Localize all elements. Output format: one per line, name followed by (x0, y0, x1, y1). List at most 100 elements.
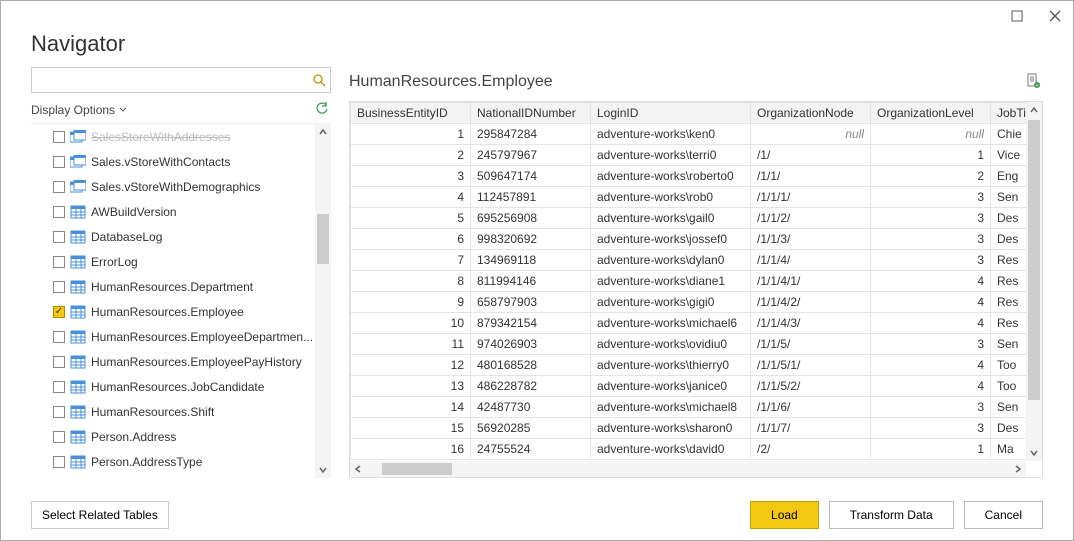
search-input[interactable] (32, 73, 308, 87)
table-row[interactable]: 3509647174adventure-works\roberto0/1/1/2… (351, 166, 1027, 187)
scroll-down-icon[interactable] (317, 464, 329, 476)
table-row[interactable]: 1442487730adventure-works\michael8/1/1/6… (351, 397, 1027, 418)
tree-item[interactable]: ErrorLog (31, 249, 315, 274)
scroll-left-icon[interactable] (352, 463, 364, 475)
cell: 509647174 (471, 166, 591, 187)
scroll-right-icon[interactable] (1012, 463, 1024, 475)
table-icon (70, 280, 86, 294)
cell: /1/1/5/ (751, 334, 871, 355)
tree-item-label: AWBuildVersion (91, 205, 177, 219)
cell: Des (991, 418, 1027, 439)
display-options-dropdown[interactable]: Display Options (31, 103, 127, 117)
grid-vscroll-thumb[interactable] (1028, 120, 1040, 400)
cell: 3 (871, 250, 991, 271)
table-row[interactable]: 13486228782adventure-works\janice0/1/1/5… (351, 376, 1027, 397)
maximize-button[interactable] (1005, 4, 1029, 28)
tree-item[interactable]: SalesStoreWithAddresses (31, 124, 315, 149)
refresh-button[interactable] (315, 102, 331, 118)
tree-scroll-thumb[interactable] (317, 214, 329, 264)
checkbox[interactable] (53, 156, 65, 168)
table-row[interactable]: 2245797967adventure-works\terri0/1/1Vice (351, 145, 1027, 166)
grid-vscrollbar[interactable] (1026, 102, 1042, 461)
table-row[interactable]: 8811994146adventure-works\diane1/1/1/4/1… (351, 271, 1027, 292)
checkbox[interactable] (53, 356, 65, 368)
tree-item[interactable]: DatabaseLog (31, 224, 315, 249)
checkbox[interactable] (53, 431, 65, 443)
transform-data-button[interactable]: Transform Data (829, 501, 954, 529)
tree-item[interactable]: Person.AddressType (31, 449, 315, 474)
tree-item-label: SalesStoreWithAddresses (91, 130, 230, 144)
tree-scrollbar[interactable] (315, 124, 331, 478)
data-grid[interactable]: BusinessEntityIDNationalIDNumberLoginIDO… (350, 102, 1026, 461)
checkbox[interactable] (53, 181, 65, 193)
checkbox[interactable] (53, 206, 65, 218)
tree-item[interactable]: AWBuildVersion (31, 199, 315, 224)
cell: 974026903 (471, 334, 591, 355)
checkbox[interactable] (53, 406, 65, 418)
column-header[interactable]: JobTitle (991, 103, 1027, 124)
checkbox[interactable] (53, 256, 65, 268)
tree-item[interactable]: Sales.vStoreWithContacts (31, 149, 315, 174)
table-row[interactable]: 1295847284adventure-works\ken0nullnullCh… (351, 124, 1027, 145)
scroll-down-icon[interactable] (1028, 447, 1040, 459)
search-box[interactable] (31, 67, 331, 93)
checkbox[interactable] (53, 131, 65, 143)
cell: /1/1/4/2/ (751, 292, 871, 313)
tree-item[interactable]: HumanResources.Employee (31, 299, 315, 324)
table-row[interactable]: 5695256908adventure-works\gail0/1/1/2/3D… (351, 208, 1027, 229)
table-row[interactable]: 12480168528adventure-works\thierry0/1/1/… (351, 355, 1027, 376)
tree-item[interactable]: HumanResources.EmployeeDepartmen... (31, 324, 315, 349)
cell: /2/ (751, 439, 871, 460)
tree-item[interactable]: Sales.vStoreWithDemographics (31, 174, 315, 199)
table-row[interactable]: 4112457891adventure-works\rob0/1/1/1/3Se… (351, 187, 1027, 208)
tree-item[interactable]: HumanResources.EmployeePayHistory (31, 349, 315, 374)
close-button[interactable] (1043, 4, 1067, 28)
scroll-up-icon[interactable] (1028, 104, 1040, 116)
column-header[interactable]: OrganizationLevel (871, 103, 991, 124)
table-row[interactable]: 10879342154adventure-works\michael6/1/1/… (351, 313, 1027, 334)
tree-item[interactable]: HumanResources.Shift (31, 399, 315, 424)
column-header[interactable]: OrganizationNode (751, 103, 871, 124)
select-related-tables-button[interactable]: Select Related Tables (31, 501, 169, 529)
svg-text:+: + (1036, 83, 1039, 89)
column-header[interactable]: LoginID (591, 103, 751, 124)
cancel-button[interactable]: Cancel (964, 501, 1043, 529)
checkbox[interactable] (53, 331, 65, 343)
cell: null (751, 124, 871, 145)
load-button[interactable]: Load (750, 501, 819, 529)
cell: 3 (871, 229, 991, 250)
tree-item[interactable]: HumanResources.Department (31, 274, 315, 299)
grid-hscrollbar[interactable] (350, 461, 1026, 477)
display-options-label: Display Options (31, 103, 115, 117)
table-row[interactable]: 11974026903adventure-works\ovidiu0/1/1/5… (351, 334, 1027, 355)
checkbox[interactable] (53, 381, 65, 393)
grid-hscroll-thumb[interactable] (382, 463, 452, 475)
table-icon (70, 455, 86, 469)
table-row[interactable]: 7134969118adventure-works\dylan0/1/1/4/3… (351, 250, 1027, 271)
scroll-up-icon[interactable] (317, 126, 329, 138)
cell: 9 (351, 292, 471, 313)
table-row[interactable]: 6998320692adventure-works\jossef0/1/1/3/… (351, 229, 1027, 250)
table-row[interactable]: 1556920285adventure-works\sharon0/1/1/7/… (351, 418, 1027, 439)
tree-item[interactable]: HumanResources.JobCandidate (31, 374, 315, 399)
grid-container: BusinessEntityIDNationalIDNumberLoginIDO… (349, 101, 1043, 478)
cell: null (871, 124, 991, 145)
checkbox[interactable] (53, 281, 65, 293)
cell: Res (991, 313, 1027, 334)
table-row[interactable]: 9658797903adventure-works\gigi0/1/1/4/2/… (351, 292, 1027, 313)
checkbox[interactable] (53, 231, 65, 243)
checkbox[interactable] (53, 306, 65, 318)
cell: 3 (871, 397, 991, 418)
cell: 2 (871, 166, 991, 187)
column-header[interactable]: NationalIDNumber (471, 103, 591, 124)
cell: adventure-works\ovidiu0 (591, 334, 751, 355)
checkbox[interactable] (53, 456, 65, 468)
column-header[interactable]: BusinessEntityID (351, 103, 471, 124)
preview-options-button[interactable]: + (1025, 73, 1043, 91)
cell: 8 (351, 271, 471, 292)
table-row[interactable]: 1624755524adventure-works\david0/2/1Ma (351, 439, 1027, 460)
tree-item[interactable]: Person.Address (31, 424, 315, 449)
tree-item-label: Person.AddressType (91, 455, 202, 469)
cell: Ma (991, 439, 1027, 460)
search-icon[interactable] (308, 73, 330, 87)
